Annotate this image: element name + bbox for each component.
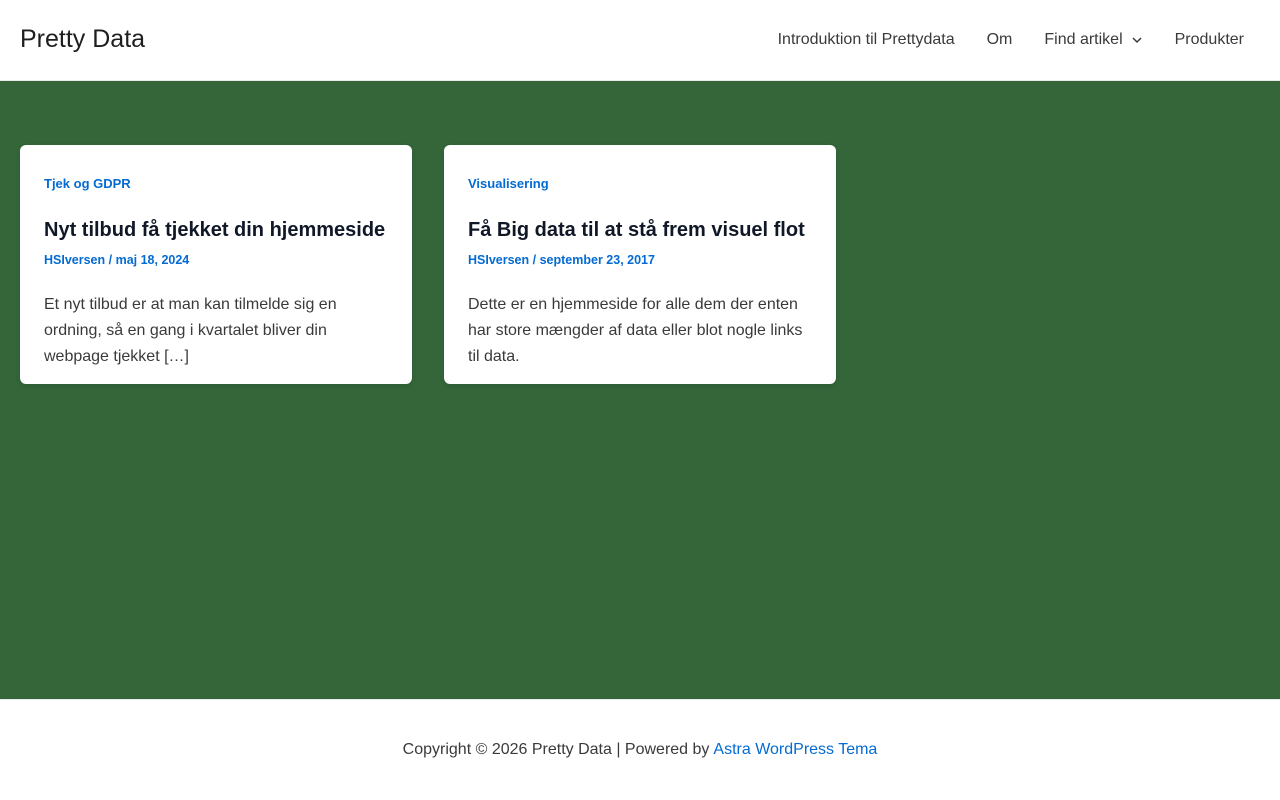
post-category-link[interactable]: Tjek og GDPR — [44, 177, 131, 191]
nav-item-introduktion[interactable]: Introduktion til Prettydata — [762, 0, 971, 80]
posts-area: Tjek og GDPR Nyt tilbud få tjekket din h… — [0, 81, 1280, 699]
post-category-link[interactable]: Visualisering — [468, 177, 549, 191]
post-meta: HSIversen / september 23, 2017 — [468, 252, 812, 268]
nav-item-find-artikel[interactable]: Find artikel — [1028, 0, 1158, 80]
post-card: Visualisering Få Big data til at stå fre… — [444, 145, 836, 384]
post-excerpt: Et nyt tilbud er at man kan tilmelde sig… — [44, 296, 337, 365]
main-navigation: Introduktion til Prettydata Om Find arti… — [762, 0, 1260, 80]
post-author-link[interactable]: HSIversen — [468, 253, 529, 267]
nav-item-om[interactable]: Om — [971, 0, 1029, 80]
site-title-link[interactable]: Pretty Data — [20, 24, 145, 54]
nav-item-produkter[interactable]: Produkter — [1159, 0, 1260, 80]
nav-item-label: Find artikel — [1044, 31, 1123, 48]
meta-separator: / — [532, 253, 540, 267]
post-date-link[interactable]: maj 18, 2024 — [116, 253, 190, 267]
post-meta: HSIversen / maj 18, 2024 — [44, 252, 388, 268]
site-header: Pretty Data Introduktion til Prettydata … — [0, 0, 1280, 81]
theme-credit-link[interactable]: Astra WordPress Tema — [713, 741, 877, 759]
post-date-link[interactable]: september 23, 2017 — [540, 253, 655, 267]
post-author-link[interactable]: HSIversen — [44, 253, 105, 267]
post-title-link[interactable]: Nyt tilbud få tjekket din hjemmeside — [44, 217, 388, 243]
meta-separator: / — [108, 253, 116, 267]
site-footer: Copyright © 2026 Pretty Data | Powered b… — [0, 699, 1280, 800]
post-excerpt: Dette er en hjemmeside for alle dem der … — [468, 296, 803, 365]
post-title-link[interactable]: Få Big data til at stå frem visuel flot — [468, 217, 812, 243]
nav-item-label: Produkter — [1174, 31, 1244, 48]
copyright-text: Copyright © 2026 Pretty Data | Powered b… — [402, 741, 710, 758]
post-card: Tjek og GDPR Nyt tilbud få tjekket din h… — [20, 145, 412, 384]
nav-item-label: Introduktion til Prettydata — [777, 31, 955, 48]
nav-item-label: Om — [986, 31, 1013, 48]
chevron-down-icon[interactable] — [1131, 34, 1143, 46]
